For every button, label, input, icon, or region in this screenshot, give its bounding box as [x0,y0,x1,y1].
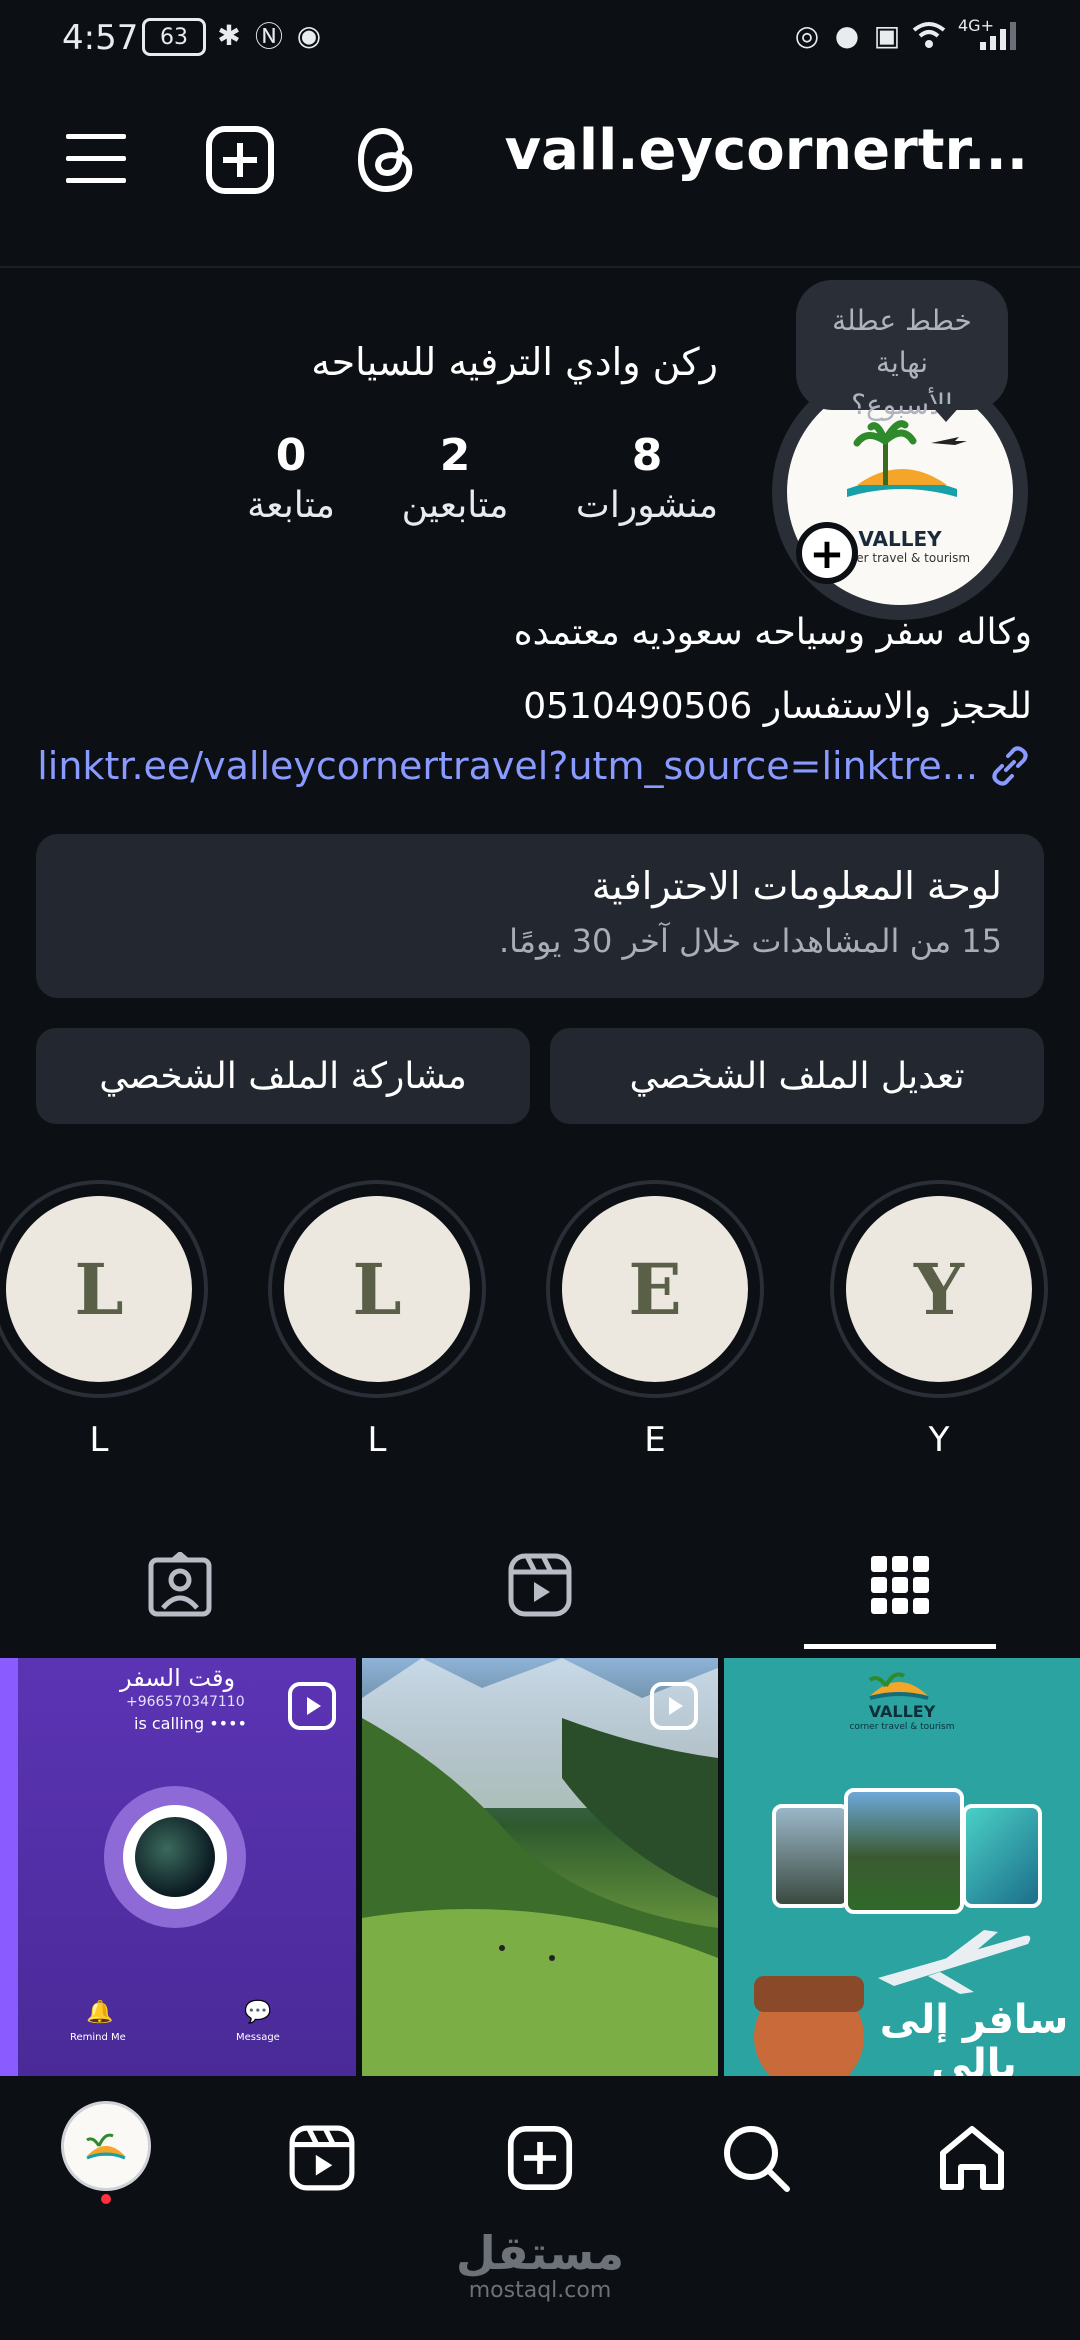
highlight-cover: Y [846,1196,1032,1382]
remind-me-label: Remind Me [70,2032,126,2043]
post-call-phone: +966570347110 [126,1694,245,1710]
profile-link-text[interactable]: linktr.ee/valleycornertravel?utm_source=… [37,744,978,788]
highlight-label: Y [928,1420,950,1460]
tagged-icon [148,1552,212,1617]
signal-icon [978,20,1018,56]
search-icon [724,2126,790,2192]
active-tab-indicator [804,1644,996,1649]
tab-reels[interactable] [470,1540,610,1630]
bluetooth-icon: ✱ [217,18,241,52]
bio-line-1: وكاله سفر وسياحه سعوديه معتمده [513,612,1032,653]
stat-followers[interactable]: 2 متابعين [380,430,530,526]
tile-brand-sub: corner travel & tourism [849,1722,955,1732]
threads-icon[interactable] [344,118,428,202]
share-profile-button[interactable]: مشاركة الملف الشخصي [36,1028,530,1124]
nav-search[interactable] [706,2108,806,2208]
dashboard-title: لوحة المعلومات الاحترافية [591,864,1002,908]
stat-followers-label: متابعين [401,485,509,526]
home-icon [940,2126,1004,2190]
reels-icon [508,1553,572,1617]
link-icon [992,746,1028,786]
airplane-icon [878,1930,1031,1994]
bell-icon: 🔔 [86,2000,114,2025]
data-saver-icon: ◉ [296,18,322,52]
status-bar: 4:57 63 ✱ Ⓝ ◉ ◎ ● ▣ 4G+ [0,0,1080,74]
highlight-cover: E [562,1196,748,1382]
highlight-label: E [644,1420,666,1460]
caller-globe [104,1786,246,1928]
bio-line-2: للحجز والاستفسار 0510490506 [523,686,1032,727]
add-icon [507,2125,573,2191]
app-notification-icon: ● [834,18,860,52]
tile-stripe [0,1658,18,2076]
stat-posts-label: منشورات [575,485,719,526]
tile-photo [772,1804,850,1908]
post-tile[interactable]: VALLEY corner travel & tourism سافر إلى … [724,1658,1080,2076]
highlight-label: L [89,1420,109,1460]
stat-following-label: متابعة [247,485,335,526]
watermark: مستقل mostaql.com [0,2228,1080,2303]
highlight-item[interactable]: L [268,1180,486,1398]
add-story-button[interactable]: + [796,522,858,584]
wifi-icon [912,18,946,52]
highlight-cover: L [284,1196,470,1382]
tab-grid[interactable] [830,1540,970,1630]
header-divider [0,266,1080,268]
youtube-icon: ▣ [873,18,901,52]
highlight-label: L [367,1420,387,1460]
profile-username[interactable]: vall.eycornertr... [505,118,1028,183]
tile-headline: سافر إلى بالي [879,1997,1069,2076]
reels-icon [289,2125,355,2191]
nav-home[interactable] [922,2108,1022,2208]
nav-reels[interactable] [272,2108,372,2208]
highlight-item[interactable]: L [0,1180,208,1398]
message-label: Message [236,2032,280,2043]
whatsapp-icon: ◎ [794,18,820,52]
tile-brand-logo [868,1672,929,1700]
nfc-icon: Ⓝ [254,20,283,53]
menu-icon[interactable] [56,118,136,198]
stat-posts[interactable]: 8 منشورات [572,430,722,526]
professional-dashboard[interactable]: لوحة المعلومات الاحترافية 15 من المشاهدا… [36,834,1044,998]
profile-full-name: ركن وادي الترفيه للسياحه [311,340,718,384]
highlight-cover: L [6,1196,192,1382]
post-tile[interactable]: وقت السفر +966570347110 is calling •••• … [0,1658,356,2076]
tile-brand: VALLEY [868,1702,936,1721]
tab-tagged[interactable] [110,1540,250,1630]
create-post-icon[interactable] [198,118,282,202]
stat-following-value: 0 [275,430,307,481]
nav-profile[interactable] [58,2098,154,2194]
note-bubble-tail [930,404,962,422]
dashboard-subtitle: 15 من المشاهدات خلال آخر 30 يومًا. [498,922,1002,960]
grid-icon [871,1556,929,1614]
post-call-status: is calling •••• [134,1714,247,1733]
post-tile[interactable] [362,1658,718,2076]
note-bubble[interactable]: خطط عطلة نهاية الأسبوع؟ [796,280,1008,421]
watermark-latin: mostaql.com [468,2278,612,2303]
notification-dot [101,2194,111,2204]
edit-profile-button[interactable]: تعديل الملف الشخصي [550,1028,1044,1124]
nav-create[interactable] [490,2108,590,2208]
stat-following[interactable]: 0 متابعة [216,430,366,526]
highlight-item[interactable]: E [546,1180,764,1398]
status-time: 4:57 [62,18,139,58]
tile-photo [962,1804,1042,1908]
battery-icon: 63 [142,18,206,56]
post-call-title: وقت السفر [120,1664,236,1692]
tile-photo [844,1788,964,1914]
watermark-arabic: مستقل [455,2226,625,2280]
reel-badge-icon [288,1682,336,1730]
nav-avatar [61,2101,151,2191]
stat-followers-value: 2 [439,430,471,481]
reel-badge-icon [650,1682,698,1730]
message-icon: 💬 [244,2000,272,2025]
stat-posts-value: 8 [631,430,663,481]
highlight-item[interactable]: Y [830,1180,1048,1398]
suitcase-image [754,1976,864,2012]
profile-link[interactable]: linktr.ee/valleycornertravel?utm_source=… [37,744,1032,788]
